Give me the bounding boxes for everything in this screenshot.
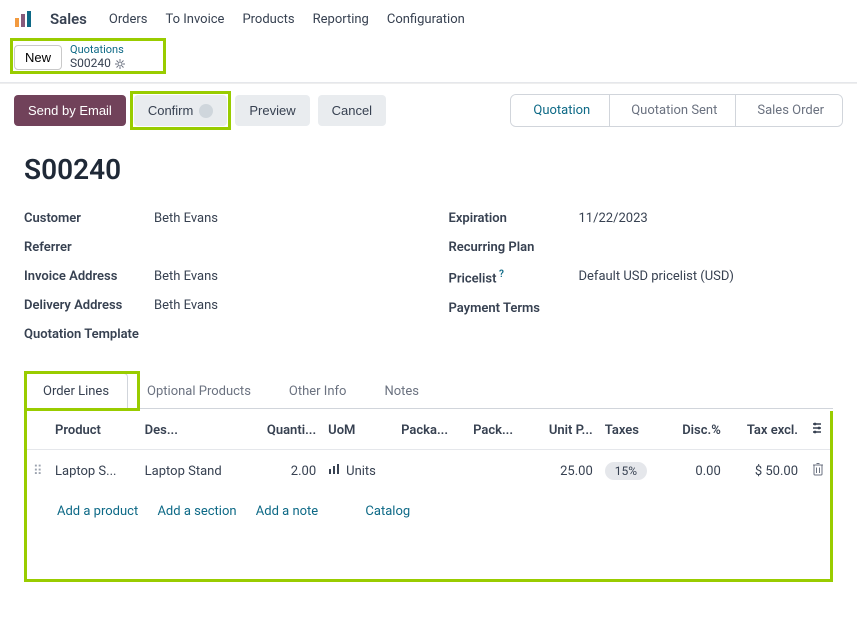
tab-other-info[interactable]: Other Info (270, 373, 366, 409)
step-quotation[interactable]: Quotation (510, 94, 609, 127)
customer-label: Customer (24, 211, 154, 226)
nav-products[interactable]: Products (242, 12, 294, 27)
customer-value[interactable]: Beth Evans (154, 211, 218, 226)
col-product[interactable]: Product (49, 411, 139, 450)
col-pack-qty[interactable]: Pack... (467, 411, 530, 450)
columns-settings-icon[interactable] (810, 424, 824, 439)
invoice-address-label: Invoice Address (24, 269, 154, 284)
action-bar: Send by Email Confirm Preview Cancel Quo… (0, 83, 857, 135)
top-nav: Sales Orders To Invoice Products Reporti… (0, 0, 857, 36)
add-note-link[interactable]: Add a note (256, 504, 318, 519)
cell-tax-excl[interactable]: $ 50.00 (727, 450, 804, 493)
delivery-address-label: Delivery Address (24, 298, 154, 313)
cell-uom[interactable]: Units (322, 450, 395, 493)
add-section-link[interactable]: Add a section (157, 504, 236, 519)
cell-taxes[interactable]: 15% (599, 450, 665, 493)
confirm-button-label: Confirm (148, 103, 194, 118)
confirm-button[interactable]: Confirm (134, 95, 228, 126)
table-row[interactable]: ⠿ Laptop S... Laptop Stand 2.00 Units 25… (27, 450, 830, 493)
col-tax-excl[interactable]: Tax excl. (727, 411, 804, 450)
nav-configuration[interactable]: Configuration (387, 12, 465, 27)
cell-unit-price[interactable]: 25.00 (531, 450, 599, 493)
avatar-icon (199, 104, 213, 118)
breadcrumb-current: S00240 (70, 57, 111, 71)
drag-handle-icon[interactable]: ⠿ (27, 450, 49, 493)
breadcrumb: Quotations S00240 (70, 44, 125, 70)
breadcrumb-row: New Quotations S00240 (0, 36, 857, 83)
add-product-link[interactable]: Add a product (57, 504, 138, 519)
send-by-email-button[interactable]: Send by Email (14, 95, 126, 126)
nav-orders[interactable]: Orders (109, 12, 148, 27)
expiration-label: Expiration (449, 211, 579, 226)
table-header-row: Product Des... Quanti... UoM Packa... Pa… (27, 411, 830, 450)
col-unit-price[interactable]: Unit P... (531, 411, 599, 450)
step-sales-order[interactable]: Sales Order (735, 95, 842, 126)
tab-order-lines[interactable]: Order Lines (24, 373, 128, 409)
col-description[interactable]: Des... (139, 411, 248, 450)
cell-discount[interactable]: 0.00 (665, 450, 727, 493)
nav-reporting[interactable]: Reporting (313, 12, 369, 27)
quotation-template-label: Quotation Template (24, 327, 154, 342)
new-button[interactable]: New (14, 45, 62, 70)
cell-quantity[interactable]: 2.00 (247, 450, 322, 493)
expiration-value[interactable]: 11/22/2023 (579, 211, 648, 226)
app-logo-icon (14, 10, 32, 28)
order-lines-panel: Product Des... Quanti... UoM Packa... Pa… (24, 411, 833, 582)
nav-to-invoice[interactable]: To Invoice (165, 12, 224, 27)
step-quotation-sent[interactable]: Quotation Sent (609, 95, 735, 126)
chart-bar-icon[interactable] (328, 463, 340, 479)
cell-product[interactable]: Laptop S... (49, 450, 139, 493)
pricelist-label: Pricelist ? (449, 269, 579, 286)
app-name: Sales (50, 10, 87, 28)
page-title: S00240 (24, 153, 833, 186)
col-quantity[interactable]: Quanti... (247, 411, 322, 450)
payment-terms-label: Payment Terms (449, 301, 579, 316)
preview-button[interactable]: Preview (235, 95, 309, 126)
pricelist-value[interactable]: Default USD pricelist (USD) (579, 269, 734, 286)
help-icon[interactable]: ? (496, 269, 503, 280)
gear-icon[interactable] (115, 59, 125, 69)
form-content: S00240 CustomerBeth Evans Referrer Invoi… (14, 135, 843, 622)
status-steps: Quotation Quotation Sent Sales Order (510, 94, 843, 127)
catalog-link[interactable]: Catalog (365, 504, 410, 519)
col-discount[interactable]: Disc.% (665, 411, 727, 450)
fields-right: Expiration11/22/2023 Recurring Plan Pric… (449, 204, 834, 349)
tabs: Order Lines Optional Products Other Info… (24, 373, 833, 409)
invoice-address-value[interactable]: Beth Evans (154, 269, 218, 284)
fields-left: CustomerBeth Evans Referrer Invoice Addr… (24, 204, 409, 349)
order-lines-table: Product Des... Quanti... UoM Packa... Pa… (27, 411, 830, 529)
col-taxes[interactable]: Taxes (599, 411, 665, 450)
cell-description[interactable]: Laptop Stand (139, 450, 248, 493)
delivery-address-value[interactable]: Beth Evans (154, 298, 218, 313)
tab-optional-products[interactable]: Optional Products (128, 373, 270, 409)
col-uom[interactable]: UoM (322, 411, 395, 450)
tax-pill[interactable]: 15% (605, 462, 647, 480)
recurring-plan-label: Recurring Plan (449, 240, 579, 255)
delete-row-button[interactable] (804, 450, 830, 493)
breadcrumb-parent[interactable]: Quotations (70, 44, 125, 57)
tab-notes[interactable]: Notes (365, 373, 438, 409)
cancel-button[interactable]: Cancel (318, 95, 386, 126)
referrer-label: Referrer (24, 240, 154, 255)
col-packaging[interactable]: Packa... (395, 411, 467, 450)
